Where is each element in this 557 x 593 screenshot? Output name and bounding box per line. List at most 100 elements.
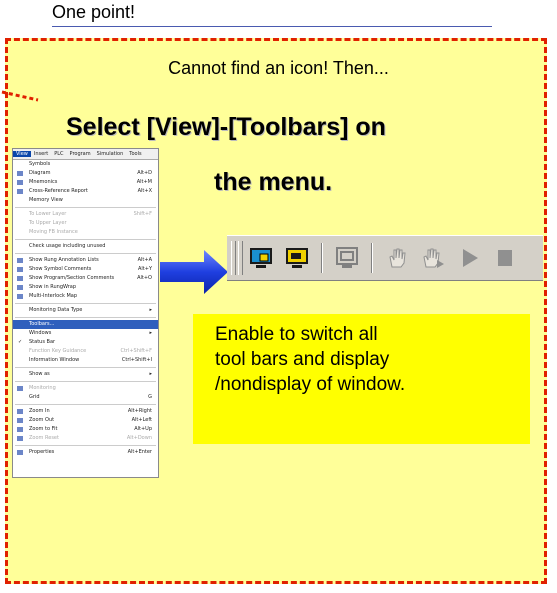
menu-shortcut: Alt+M (136, 179, 152, 185)
menu-separator (15, 239, 156, 240)
hand-icon[interactable] (383, 244, 411, 272)
menu-item[interactable]: Properties Alt+Enter (13, 448, 158, 457)
annotation-icon (17, 258, 23, 263)
zoom-in-icon (17, 409, 23, 414)
submenu-arrow-icon: ▸ (149, 330, 152, 336)
menu-item[interactable]: Monitoring (13, 384, 158, 393)
menu-item-label: Check usage including unused (29, 243, 106, 249)
check-icon: ✓ (18, 339, 23, 345)
menu-program[interactable]: Program (67, 151, 94, 157)
menu-item-label: Zoom Reset (29, 435, 59, 441)
menu-item[interactable]: ✓ Status Bar (13, 338, 158, 347)
menu-item[interactable]: Show Program/Section Comments Alt+O (13, 274, 158, 283)
menu-item-label: Mnemonics (29, 179, 58, 185)
menu-item[interactable]: Zoom In Alt+Right (13, 407, 158, 416)
zoom-out-icon (17, 418, 23, 423)
menu-item-label: Status Bar (29, 339, 56, 345)
menu-item-label: Moving FB Instance (29, 229, 78, 235)
menu-item[interactable]: Multi-Interlock Map (13, 292, 158, 301)
diagram-icon (17, 171, 23, 176)
submenu-arrow-icon: ▸ (149, 371, 152, 377)
menu-item-label: Grid (29, 394, 40, 400)
section-comments-icon (17, 276, 23, 281)
menu-item[interactable]: Function Key Guidance Ctrl+Shift+F (13, 347, 158, 356)
panel-title-line2: the menu. (214, 168, 333, 196)
menu-item-label: Toolbars... (29, 321, 55, 327)
page-header: One point! (52, 2, 136, 22)
monitoring-icon (17, 386, 23, 391)
note-box: Enable to switch all tool bars and displ… (193, 314, 530, 444)
screen-lock-icon[interactable] (247, 244, 275, 272)
menu-insert[interactable]: Insert (31, 151, 51, 157)
menu-separator (15, 381, 156, 382)
menu-item-label: Show Rung Annotation Lists (29, 257, 99, 263)
menu-simulation[interactable]: Simulation (94, 151, 127, 157)
menu-item-label: Information Window (29, 357, 80, 363)
note-line1: Enable to switch all (215, 324, 378, 345)
menu-item[interactable]: Monitoring Data Type ▸ (13, 306, 158, 315)
menu-item-label: Monitoring Data Type (29, 307, 83, 313)
menu-item[interactable]: Show Symbol Comments Alt+Y (13, 265, 158, 274)
menu-item[interactable]: Symbols (13, 160, 158, 169)
menu-shortcut: Ctrl+Shift+F (120, 348, 152, 354)
symbol-comments-icon (17, 267, 23, 272)
menu-view[interactable]: View (13, 151, 31, 157)
menu-separator (15, 253, 156, 254)
menu-separator (15, 445, 156, 446)
screen-display-icon[interactable] (283, 244, 311, 272)
menu-shortcut: Shift+F (133, 211, 152, 217)
menu-item[interactable]: Windows ▸ (13, 329, 158, 338)
menu-item[interactable]: Zoom Out Alt+Left (13, 416, 158, 425)
menu-item[interactable]: Check usage including unused (13, 242, 158, 251)
mnemonics-icon (17, 180, 23, 185)
menu-shortcut: Alt+X (137, 188, 152, 194)
zoom-reset-icon (17, 436, 23, 441)
menu-item-label: Zoom In (29, 408, 50, 414)
menu-separator (15, 207, 156, 208)
menu-shortcut: G (148, 394, 152, 400)
menu-item[interactable]: Show as ▸ (13, 370, 158, 379)
menu-tools[interactable]: Tools (126, 151, 144, 157)
menu-item-label: Zoom to Fit (29, 426, 58, 432)
menu-item-label: Memory View (29, 197, 63, 203)
menu-separator (15, 404, 156, 405)
screen-icon[interactable] (333, 244, 361, 272)
properties-icon (17, 450, 23, 455)
menu-item[interactable]: Zoom Reset Alt+Down (13, 434, 158, 443)
menu-shortcut: Alt+Down (126, 435, 152, 441)
menu-plc[interactable]: PLC (51, 151, 66, 157)
note-line2: tool bars and display (215, 349, 390, 370)
menu-item[interactable]: To Upper Layer (13, 219, 158, 228)
left-dash-decoration (1, 90, 39, 102)
zoom-fit-icon (17, 427, 23, 432)
header-divider (52, 26, 492, 27)
hand-run-icon[interactable] (419, 244, 447, 272)
menu-item-label: Show Program/Section Comments (29, 275, 115, 281)
menu-item-label: To Upper Layer (29, 220, 67, 226)
menu-bar: View Insert PLC Program Simulation Tools (13, 149, 158, 160)
menu-item[interactable]: Show in RungWrap (13, 283, 158, 292)
stop-icon[interactable] (491, 244, 519, 272)
menu-item[interactable]: Cross-Reference Report Alt+X (13, 187, 158, 196)
toolbar-strip (227, 235, 543, 281)
panel-subtitle: Cannot find an icon! Then... (168, 58, 389, 78)
menu-separator (15, 303, 156, 304)
menu-item-label: Diagram (29, 170, 51, 176)
menu-item[interactable]: Show Rung Annotation Lists Alt+A (13, 256, 158, 265)
grip-icon[interactable] (231, 241, 236, 275)
grip-icon[interactable] (238, 241, 243, 275)
menu-item[interactable]: Grid G (13, 393, 158, 402)
menu-item-toolbars[interactable]: Toolbars... (13, 320, 158, 329)
menu-shortcut: Ctrl+Shift+I (121, 357, 152, 363)
menu-item[interactable]: To Lower Layer Shift+F (13, 210, 158, 219)
menu-item[interactable]: Zoom to Fit Alt+Up (13, 425, 158, 434)
menu-item-label: Windows (29, 330, 52, 336)
menu-item[interactable]: Memory View (13, 196, 158, 205)
menu-item[interactable]: Diagram Alt+D (13, 169, 158, 178)
interlock-map-icon (17, 294, 23, 299)
menu-item[interactable]: Mnemonics Alt+M (13, 178, 158, 187)
menu-item[interactable]: Moving FB Instance (13, 228, 158, 237)
menu-item[interactable]: Information Window Ctrl+Shift+I (13, 356, 158, 365)
play-icon[interactable] (455, 244, 483, 272)
menu-item-label: Monitoring (29, 385, 56, 391)
